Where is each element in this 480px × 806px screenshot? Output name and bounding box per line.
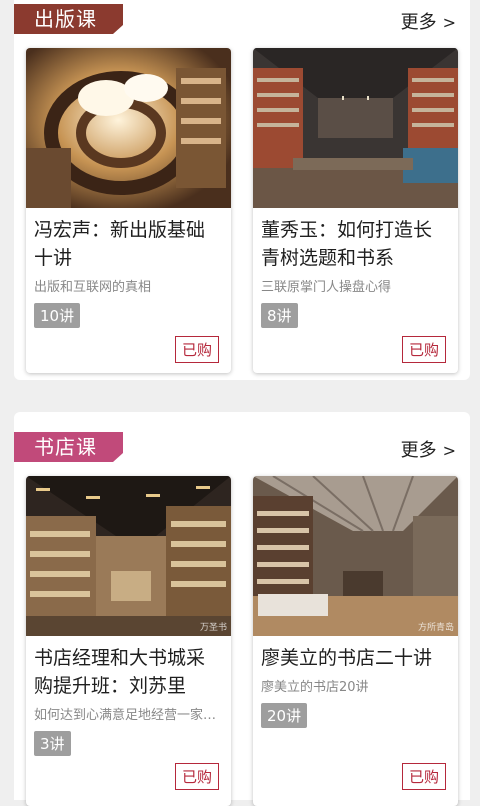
- purchased-button[interactable]: 已购: [401, 336, 446, 363]
- course-cover-image: 万圣书: [26, 476, 231, 636]
- more-label: 更多: [400, 440, 437, 461]
- lesson-count-badge: 10讲: [34, 303, 81, 328]
- course-cover-image: 方所青岛: [253, 476, 458, 636]
- cover-watermark: 万圣书: [199, 623, 227, 633]
- course-card[interactable]: 董秀玉：如何打造长青树选题和书系 三联原掌门人操盘心得 8讲 已购: [253, 48, 458, 373]
- section-tag-publishing: 出版课: [14, 4, 123, 34]
- section-bookstore: 书店课 更多 > 万圣书 书店经理和大书城采购提升班：刘苏里 如何达到心满意足地…: [14, 412, 470, 806]
- more-link-bookstore[interactable]: 更多 >: [401, 436, 456, 462]
- section-tag-bookstore: 书店课: [14, 432, 123, 462]
- lesson-count-badge: 20讲: [261, 703, 308, 728]
- cover-watermark: 方所青岛: [417, 623, 454, 633]
- course-subtitle: 出版和互联网的真相: [34, 280, 152, 295]
- section-publishing: 出版课 更多 > 冯宏声：新出版基础十讲 出版和互联网的真相 10讲 已购 董秀…: [14, 0, 470, 380]
- purchased-button[interactable]: 已购: [174, 763, 219, 790]
- course-title: 书店经理和大书城采购提升班：刘苏里经…: [34, 647, 206, 697]
- chevron-right-icon: >: [442, 441, 456, 460]
- course-cover-image: [26, 48, 231, 208]
- purchased-button[interactable]: 已购: [401, 763, 446, 790]
- course-subtitle: 三联原掌门人操盘心得: [261, 280, 392, 295]
- lesson-count-badge: 8讲: [261, 303, 298, 328]
- course-subtitle: 如何达到心满意足地经营一家…: [34, 708, 217, 723]
- chevron-right-icon: >: [442, 13, 456, 32]
- purchased-button[interactable]: 已购: [174, 336, 219, 363]
- course-subtitle: 廖美立的书店20讲: [261, 680, 369, 695]
- course-card[interactable]: 方所青岛 廖美立的书店二十讲 廖美立的书店20讲 20讲 已购: [253, 476, 458, 806]
- course-card[interactable]: 万圣书 书店经理和大书城采购提升班：刘苏里经… 如何达到心满意足地经营一家… 3…: [26, 476, 231, 806]
- course-title: 董秀玉：如何打造长青树选题和书系: [261, 219, 433, 269]
- course-cover-image: [253, 48, 458, 208]
- course-title: 冯宏声：新出版基础十讲: [34, 219, 206, 269]
- course-card[interactable]: 冯宏声：新出版基础十讲 出版和互联网的真相 10讲 已购: [26, 48, 231, 373]
- lesson-count-badge: 3讲: [34, 731, 71, 756]
- more-link-publishing[interactable]: 更多 >: [401, 8, 456, 34]
- more-label: 更多: [400, 12, 437, 33]
- course-title: 廖美立的书店二十讲: [261, 647, 433, 669]
